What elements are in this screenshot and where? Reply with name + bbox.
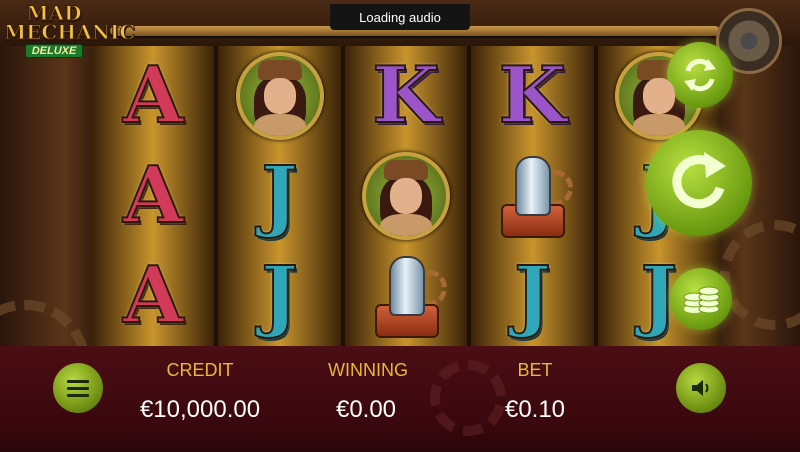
logo-line-2: MECHANIC: [4, 20, 136, 44]
speaker-icon: [692, 380, 709, 396]
reel-cell: J: [218, 146, 340, 246]
reel-cell: A: [92, 46, 214, 146]
coins-icon: [683, 286, 720, 314]
reel-1: AAA: [92, 46, 215, 346]
reel-cell: K: [345, 46, 467, 146]
bet-value: €0.10: [504, 396, 566, 423]
symbol-k: K: [498, 50, 568, 141]
symbol-a: A: [122, 50, 185, 141]
menu-icon: [67, 380, 89, 397]
symbol-j: J: [513, 250, 552, 341]
sound-button[interactable]: [676, 363, 726, 413]
credit-value: €10,000.00: [139, 396, 261, 423]
reel-cell: [471, 146, 593, 246]
reel-cell: A: [92, 146, 214, 246]
reel-grid: AAAJJKKJJJ: [92, 46, 721, 346]
symbol-k: K: [371, 50, 441, 141]
vacuum-tube-icon: [371, 256, 448, 338]
mechanic-lady-icon: [235, 52, 324, 140]
game-logo: MAD MECHANIC DELUXE: [4, 3, 136, 59]
reel-cell: [345, 146, 467, 246]
symbol-a: A: [122, 250, 185, 341]
reel-cell: K: [471, 46, 593, 146]
credit-label: CREDIT: [166, 360, 234, 380]
reel-cell: [345, 246, 467, 346]
loading-status: Loading audio: [330, 4, 470, 30]
bet-coins-button[interactable]: [670, 268, 732, 330]
mechanic-lady-icon: [362, 152, 451, 240]
reel-2: JJ: [218, 46, 341, 346]
reel-cell: J: [471, 246, 593, 346]
winning-label: WINNING: [328, 360, 408, 380]
symbol-j: J: [260, 150, 299, 241]
winning-value: €0.00: [335, 396, 397, 423]
slot-game: AAAJJKKJJJ MAD MECHANIC DELUXE Loading a…: [0, 0, 800, 452]
spin-button[interactable]: [646, 130, 752, 236]
reel-3: K: [344, 46, 468, 346]
autoplay-button[interactable]: [667, 42, 733, 108]
menu-button[interactable]: [53, 363, 103, 413]
reel-cell: A: [92, 246, 214, 346]
vacuum-tube-icon: [497, 156, 574, 238]
symbol-j: J: [260, 250, 299, 341]
reel-cell: J: [218, 246, 340, 346]
autoplay-icon: [684, 58, 716, 92]
bet-label: BET: [517, 360, 553, 380]
reel-4: KJ: [471, 46, 594, 346]
symbol-a: A: [122, 150, 185, 241]
spin-icon: [672, 152, 726, 209]
logo-line-3: DELUXE: [24, 44, 84, 59]
reel-cell: [218, 46, 340, 146]
